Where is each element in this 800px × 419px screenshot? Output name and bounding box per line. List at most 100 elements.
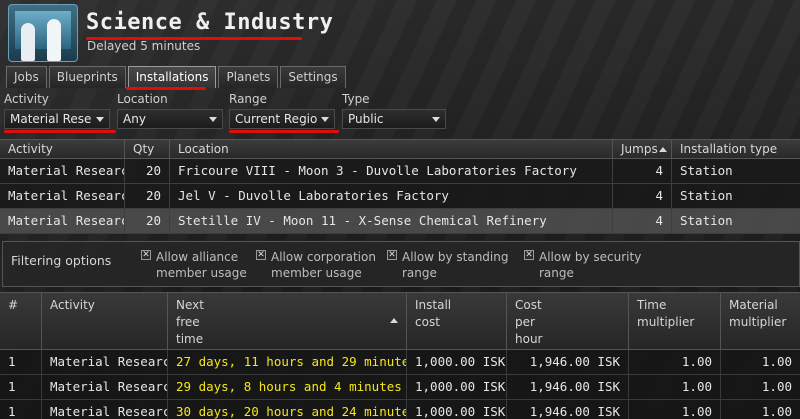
cell-qty: 20 <box>125 209 170 233</box>
filtering-options-panel: Filtering options ✕ Allow alliance membe… <box>2 241 800 287</box>
cell-number: 1 <box>0 350 42 374</box>
allow-alliance-checkbox[interactable]: ✕ <box>141 250 151 260</box>
range-highlight <box>229 130 339 133</box>
col-installation-type[interactable]: Installation type <box>672 140 800 158</box>
table-row-selected[interactable]: Material Research 20 Stetille IV - Moon … <box>0 209 800 234</box>
cell-install-cost: 1,000.00 ISK <box>407 400 507 419</box>
allow-corporation-checkbox[interactable]: ✕ <box>256 250 266 260</box>
activity-value: Material Rese <box>10 112 92 126</box>
cell-jumps: 4 <box>613 184 672 208</box>
allow-alliance-label: Allow alliance member usage <box>156 250 247 280</box>
activity-label: Activity <box>4 92 49 106</box>
cell-activity: Material Research <box>42 375 168 399</box>
col-time-multiplier[interactable]: Time multiplier <box>629 293 721 349</box>
cell-material-multiplier: 1.00 <box>761 404 792 419</box>
type-dropdown[interactable]: Public <box>342 109 446 129</box>
table-row[interactable]: 1 Material Research 27 days, 11 hours an… <box>0 350 800 375</box>
cell-cost-per-hour: 1,946.00 ISK <box>507 350 629 374</box>
header: Science & Industry Delayed 5 minutes <box>0 0 800 66</box>
type-value: Public <box>348 112 384 126</box>
cell-number: 1 <box>0 400 42 419</box>
col-jumps-label: Jumps <box>621 142 658 156</box>
cell-activity: Material Research <box>42 350 168 374</box>
activity-highlight <box>4 130 116 133</box>
location-value: Any <box>123 112 146 126</box>
range-dropdown[interactable]: Current Regio <box>229 109 335 129</box>
cell-next-free-time: 29 days, 8 hours and 4 minutes <box>168 375 407 399</box>
slots-header: # Activity Next free time Install cost C… <box>0 292 800 350</box>
cell-material-multiplier: 1.00 <box>761 354 792 369</box>
range-value: Current Regio <box>235 112 318 126</box>
cell-next-free-time: 27 days, 11 hours and 29 minutes <box>168 350 407 374</box>
col-number[interactable]: # <box>0 293 42 349</box>
cell-activity: Material Research <box>0 159 125 183</box>
allow-standing-checkbox[interactable]: ✕ <box>387 250 397 260</box>
cell-jumps: 4 <box>613 159 672 183</box>
allow-security-label: Allow by security range <box>539 250 642 280</box>
sort-ascending-icon <box>390 318 398 323</box>
page-subtitle: Delayed 5 minutes <box>87 39 201 53</box>
cell-activity: Material Research <box>0 184 125 208</box>
col-jumps[interactable]: Jumps <box>613 140 672 158</box>
chevron-down-icon <box>321 117 329 122</box>
cell-type: Station <box>680 163 733 178</box>
tab-blueprints[interactable]: Blueprints <box>48 66 126 88</box>
tab-settings[interactable]: Settings <box>280 66 346 88</box>
cell-activity: Material Research <box>42 400 168 419</box>
table-row[interactable]: 1 Material Research 30 days, 20 hours an… <box>0 400 800 419</box>
col-qty[interactable]: Qty <box>125 140 170 158</box>
filtering-options-label: Filtering options <box>11 253 112 268</box>
col-activity[interactable]: Activity <box>0 140 125 158</box>
allow-corporation-label: Allow corporation member usage <box>271 250 376 280</box>
cell-number: 1 <box>0 375 42 399</box>
science-industry-logo-icon <box>8 4 78 62</box>
cell-type: Station <box>680 213 733 228</box>
chevron-down-icon <box>96 117 104 122</box>
col-install-cost[interactable]: Install cost <box>407 293 507 349</box>
cell-location: Jel V - Duvolle Laboratories Factory <box>170 184 613 208</box>
cell-next-free-time: 30 days, 20 hours and 24 minutes <box>168 400 407 419</box>
table-row[interactable]: Material Research 20 Fricoure VIII - Moo… <box>0 159 800 184</box>
cell-type: Station <box>680 188 733 203</box>
type-label: Type <box>342 92 370 106</box>
cell-cost-per-hour: 1,946.00 ISK <box>507 375 629 399</box>
range-label: Range <box>229 92 268 106</box>
installations-header: Activity Qty Location Jumps Installation… <box>0 139 800 159</box>
sort-ascending-icon <box>659 147 667 152</box>
activity-dropdown[interactable]: Material Rese <box>4 109 110 129</box>
tab-jobs[interactable]: Jobs <box>6 66 47 88</box>
page-title: Science & Industry <box>86 10 334 35</box>
col-cost-per-hour[interactable]: Cost per hour <box>507 293 629 349</box>
location-dropdown[interactable]: Any <box>117 109 223 129</box>
cell-install-cost: 1,000.00 ISK <box>407 350 507 374</box>
installations-table: Activity Qty Location Jumps Installation… <box>0 139 800 234</box>
table-row[interactable]: Material Research 20 Jel V - Duvolle Lab… <box>0 184 800 209</box>
table-row[interactable]: 1 Material Research 29 days, 8 hours and… <box>0 375 800 400</box>
col-next-free-time[interactable]: Next free time <box>168 293 407 349</box>
tab-planets[interactable]: Planets <box>218 66 279 88</box>
cell-location: Fricoure VIII - Moon 3 - Duvolle Laborat… <box>170 159 613 183</box>
cell-cost-per-hour: 1,946.00 ISK <box>507 400 629 419</box>
chevron-down-icon <box>432 117 440 122</box>
tab-bar: Jobs Blueprints Installations Planets Se… <box>6 66 346 88</box>
cell-time-multiplier: 1.00 <box>629 350 721 374</box>
slots-table: # Activity Next free time Install cost C… <box>0 292 800 419</box>
allow-standing-label: Allow by standing range <box>402 250 509 280</box>
chevron-down-icon <box>209 117 217 122</box>
cell-qty: 20 <box>125 184 170 208</box>
filter-bar: Activity Material Rese Location Any Rang… <box>0 90 800 136</box>
col-activity[interactable]: Activity <box>42 293 168 349</box>
cell-qty: 20 <box>125 159 170 183</box>
cell-location: Stetille IV - Moon 11 - X-Sense Chemical… <box>170 209 613 233</box>
allow-security-checkbox[interactable]: ✕ <box>524 250 534 260</box>
cell-time-multiplier: 1.00 <box>629 375 721 399</box>
cell-activity: Material Research <box>0 209 125 233</box>
cell-install-cost: 1,000.00 ISK <box>407 375 507 399</box>
cell-material-multiplier: 1.00 <box>761 379 792 394</box>
col-material-multiplier[interactable]: Material multiplier <box>721 293 800 349</box>
col-location[interactable]: Location <box>170 140 613 158</box>
cell-time-multiplier: 1.00 <box>629 400 721 419</box>
tab-installations[interactable]: Installations <box>127 66 217 88</box>
cell-jumps: 4 <box>613 209 672 233</box>
location-label: Location <box>117 92 168 106</box>
